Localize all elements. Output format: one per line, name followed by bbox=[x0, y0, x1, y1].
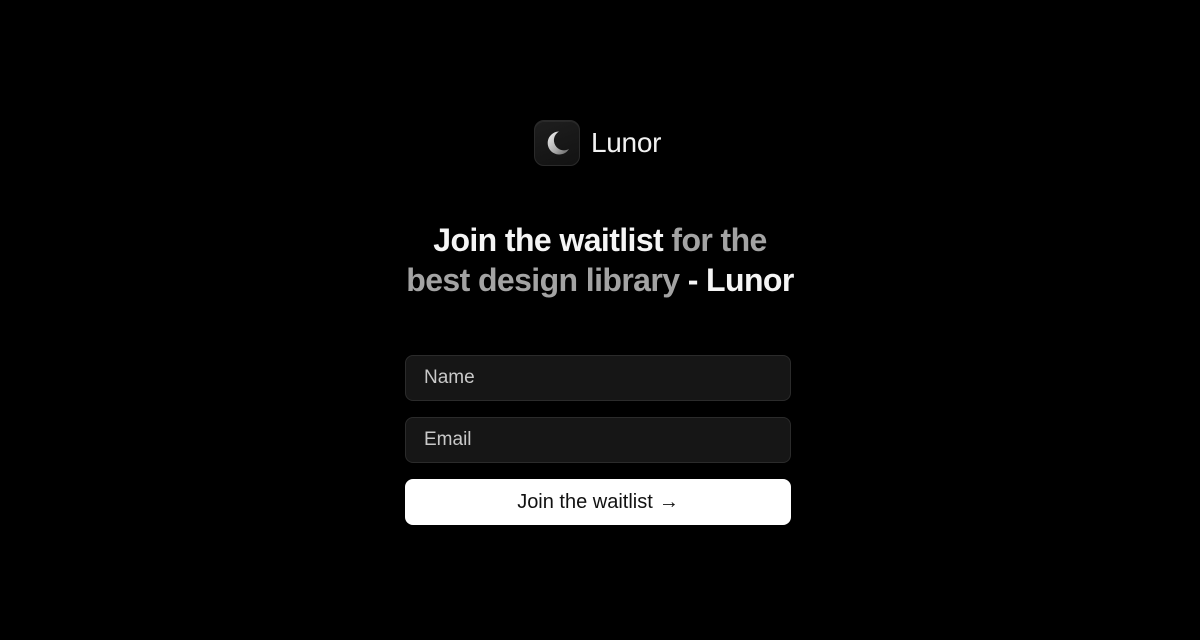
join-waitlist-button[interactable]: Join the waitlist → bbox=[405, 479, 791, 525]
headline-part-2: for the bbox=[663, 222, 767, 258]
waitlist-page: Lunor Join the waitlist for the best desi… bbox=[0, 0, 1200, 640]
headline-part-1: Join the waitlist bbox=[433, 222, 664, 258]
headline-part-4: - Lunor bbox=[679, 262, 795, 298]
brand: Lunor bbox=[534, 120, 661, 166]
join-waitlist-label: Join the waitlist bbox=[517, 490, 653, 513]
headline-part-3: best design library bbox=[406, 262, 680, 298]
name-field[interactable] bbox=[405, 355, 791, 401]
waitlist-form: Join the waitlist → bbox=[405, 355, 791, 525]
brand-name: Lunor bbox=[591, 127, 662, 158]
logo bbox=[534, 120, 580, 166]
arrow-right-icon: → bbox=[658, 490, 679, 513]
page-title: Join the waitlist for the best design lib… bbox=[300, 220, 900, 300]
crescent-moon-icon bbox=[547, 131, 569, 155]
email-field[interactable] bbox=[405, 417, 791, 463]
